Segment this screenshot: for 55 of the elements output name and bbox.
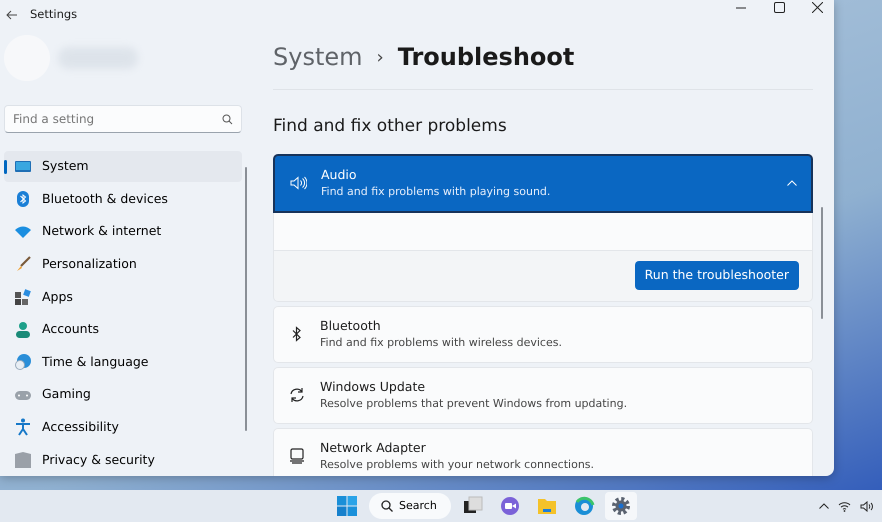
maximize-icon bbox=[774, 2, 784, 14]
chevron-up-icon[interactable] bbox=[819, 503, 829, 509]
troubleshooter-description: Find and fix problems with wireless devices. bbox=[320, 335, 562, 352]
browser-icon bbox=[573, 495, 595, 517]
troubleshooter-description: Find and fix problems with playing sound. bbox=[321, 184, 550, 200]
troubleshooter-card[interactable]: Network Adapter Resolve problems with your network connections. bbox=[273, 428, 813, 476]
scrollbar[interactable] bbox=[821, 207, 823, 320]
troubleshooter-title: Network Adapter bbox=[320, 438, 427, 457]
minimize-icon bbox=[736, 6, 746, 9]
troubleshooter-title: Bluetooth bbox=[320, 316, 382, 335]
breadcrumb-link[interactable]: System bbox=[273, 39, 362, 76]
section-heading: Find and fix other problems bbox=[273, 115, 508, 138]
scrollbar[interactable] bbox=[245, 167, 247, 432]
sidebar-item[interactable]: Accessibility bbox=[4, 412, 242, 443]
troubleshooter-title: Windows Update bbox=[320, 378, 426, 396]
sidebar-item[interactable]: Bluetooth & devices bbox=[4, 184, 242, 215]
troubleshooter-card[interactable]: Bluetooth Find and fix problems with wireless devices. bbox=[273, 306, 813, 363]
bluetooth-icon bbox=[14, 190, 32, 208]
sidebar-item[interactable]: System bbox=[4, 151, 242, 182]
sidebar-item[interactable]: Gaming bbox=[4, 379, 242, 410]
troubleshooter-description: Resolve problems that prevent Windows from updating. bbox=[320, 396, 628, 412]
troubleshooter-card[interactable]: Windows Update Resolve problems that prevent Windows from updating. bbox=[273, 366, 813, 424]
troubleshooter-card[interactable]: Audio Find and fix problems with playing sound. bbox=[273, 154, 813, 213]
taskbar-search[interactable]: Search bbox=[369, 493, 451, 519]
gear-icon bbox=[610, 495, 632, 517]
breadcrumb-separator: › bbox=[376, 46, 384, 70]
speaker-icon bbox=[289, 174, 307, 192]
search-icon bbox=[381, 500, 393, 512]
window-title: Settings bbox=[30, 6, 78, 23]
search-icon bbox=[222, 114, 233, 126]
page-title: Troubleshoot bbox=[398, 42, 574, 74]
sidebar-item[interactable]: Apps bbox=[4, 282, 242, 313]
sync-icon bbox=[288, 386, 306, 404]
accessibility-icon bbox=[14, 418, 32, 436]
shield-icon bbox=[14, 451, 32, 470]
sidebar-item[interactable]: Privacy & security bbox=[4, 444, 242, 476]
sidebar-item[interactable]: Personalization bbox=[4, 248, 242, 280]
brush-icon bbox=[14, 255, 32, 274]
speaker-icon[interactable] bbox=[860, 500, 874, 512]
search-field[interactable]: Find a setting bbox=[4, 105, 242, 134]
troubleshooter-description: Resolve problems with your network connections. bbox=[320, 457, 594, 474]
troubleshooter-title: Audio bbox=[321, 166, 358, 184]
apps-icon bbox=[14, 288, 32, 306]
back-arrow-icon[interactable] bbox=[6, 10, 18, 20]
sidebar-item[interactable]: Network & internet bbox=[4, 216, 242, 248]
wifi-icon[interactable] bbox=[838, 500, 851, 512]
chat-icon bbox=[499, 495, 521, 517]
network-adapter-icon bbox=[288, 447, 306, 466]
run-troubleshooter-button[interactable]: Run the troubleshooter bbox=[634, 261, 799, 290]
sidebar-item[interactable]: Time & language bbox=[4, 346, 242, 378]
gear-taskbar-button[interactable] bbox=[605, 492, 637, 520]
globe-clock-icon bbox=[14, 353, 32, 372]
sidebar-item[interactable]: Accounts bbox=[4, 314, 242, 346]
person-icon bbox=[14, 320, 32, 339]
close-icon bbox=[812, 2, 822, 14]
